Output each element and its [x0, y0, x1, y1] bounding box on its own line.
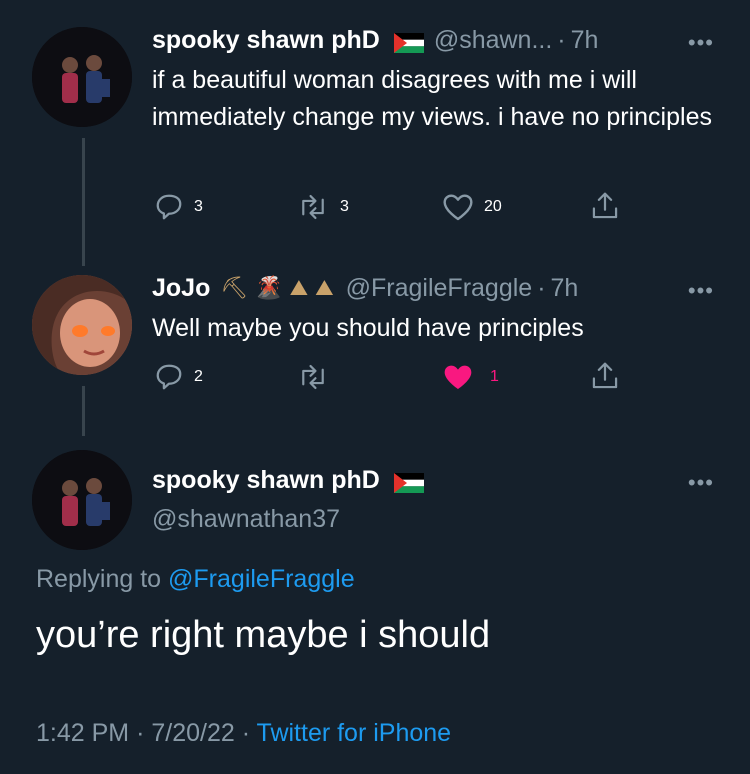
author-handle[interactable]: @shawnathan37 [152, 505, 434, 534]
palestine-flag-icon [393, 471, 424, 493]
like-count: 20 [484, 198, 502, 215]
tweet-text: if a beautiful woman disagrees with me i… [152, 66, 712, 131]
share-button[interactable] [590, 190, 620, 222]
avatar[interactable] [32, 275, 132, 375]
heart-icon [443, 194, 473, 221]
separator: · [241, 719, 251, 747]
more-options-icon[interactable]: ••• [688, 30, 714, 56]
separator: · [537, 274, 546, 302]
replying-handle-link[interactable]: @FragileFraggle [168, 565, 355, 593]
author-handle[interactable]: @shawn... [434, 26, 552, 55]
author-handle[interactable]: @FragileFraggle [346, 274, 533, 303]
tweet-text: you’re right maybe i should [36, 614, 491, 656]
heart-filled-icon [444, 365, 472, 389]
replying-to: Replying to @FragileFraggle [36, 565, 355, 594]
separator: · [136, 719, 145, 747]
like-button[interactable]: 20 [442, 192, 502, 222]
thread-connector [82, 386, 85, 436]
tweet-date[interactable]: 7/20/22 [151, 719, 234, 747]
tweet-source-link[interactable]: Twitter for iPhone [257, 719, 452, 747]
reply-button[interactable]: 2 [154, 362, 203, 392]
retweet-icon [302, 194, 324, 220]
reply-icon [156, 194, 182, 220]
tweet-text: Well maybe you should have principles [152, 314, 584, 342]
tweet-header: spooky shawn phD @shawn... · 7h [152, 26, 598, 55]
tweet-meta: 1:42 PM · 7/20/22 · Twitter for iPhone [36, 719, 451, 748]
author-name[interactable]: JoJo [152, 274, 210, 303]
avatar[interactable] [32, 27, 132, 127]
retweet-count: 3 [340, 198, 349, 215]
share-icon [592, 192, 618, 219]
like-count: 1 [490, 368, 499, 385]
separator: · [557, 26, 566, 54]
more-options-icon[interactable]: ••• [688, 278, 714, 304]
author-block: spooky shawn phD @shawnathan37 [152, 466, 434, 534]
author-name-row: spooky shawn phD [152, 466, 434, 495]
retweet-button[interactable] [296, 362, 330, 392]
avatar-photo [32, 275, 132, 375]
thread-connector [82, 138, 85, 266]
replying-label: Replying to [36, 565, 162, 593]
tweet-thread: spooky shawn phD @shawn... · 7h ••• if a… [0, 0, 750, 774]
tweet-time[interactable]: 7h [551, 274, 579, 303]
tweet-time[interactable]: 1:42 PM [36, 719, 129, 747]
more-options-icon[interactable]: ••• [688, 470, 714, 496]
reply-count: 2 [194, 368, 203, 385]
name-emojis: ⛏ 🌋 ⛰ ⛰ [220, 276, 334, 301]
share-button[interactable] [590, 360, 620, 392]
avatar-photo [32, 27, 132, 127]
tweet-time[interactable]: 7h [571, 26, 599, 55]
avatar-photo [32, 450, 132, 550]
reply-button[interactable]: 3 [154, 192, 203, 222]
share-icon [592, 362, 618, 389]
author-name[interactable]: spooky shawn phD [152, 26, 380, 55]
author-name[interactable]: spooky shawn phD [152, 466, 380, 495]
avatar[interactable] [32, 450, 132, 550]
reply-icon [156, 364, 182, 390]
like-button[interactable]: 1 [442, 362, 499, 392]
retweet-button[interactable]: 3 [296, 192, 349, 222]
palestine-flag-icon [393, 31, 424, 53]
reply-count: 3 [194, 198, 203, 215]
retweet-icon [302, 364, 324, 390]
tweet-header: JoJo ⛏ 🌋 ⛰ ⛰ @FragileFraggle · 7h [152, 274, 578, 303]
